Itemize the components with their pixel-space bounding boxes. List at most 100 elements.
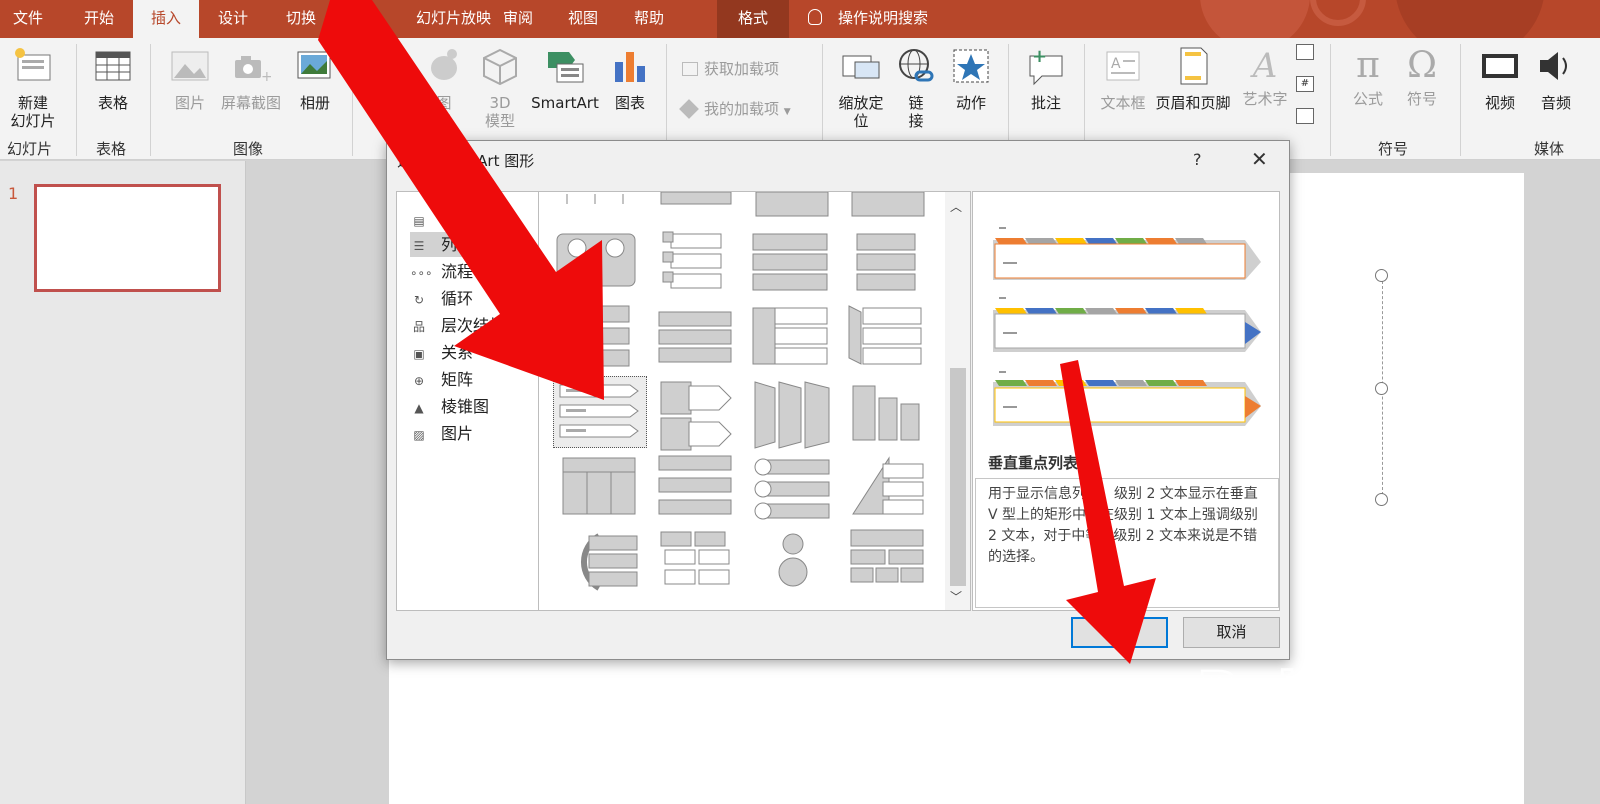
group-label-symbols: 符号 (1378, 140, 1409, 158)
3d-model-button[interactable]: 3D 模型 (478, 46, 522, 130)
tab-animations[interactable]: 动画 (336, 0, 374, 38)
preview-description: 用于显示信息列表。级别 2 文本显示在垂直 V 型上的矩形中。在级别 1 文本上… (975, 478, 1279, 608)
tab-slideshow[interactable]: 幻灯片放映 (412, 0, 495, 38)
layout-item[interactable] (568, 305, 630, 367)
symbol-label: 符号 (1406, 90, 1437, 108)
comment-icon: + (1029, 46, 1063, 86)
category-process[interactable]: ∘∘∘ 流程 (410, 259, 526, 284)
tell-me-search[interactable]: 操作说明搜索 (808, 0, 928, 38)
group-label-images: 图像 (233, 140, 264, 158)
shapes-icon (370, 48, 402, 80)
picture-label: 图片 (174, 94, 205, 112)
date-time-icon[interactable] (1296, 44, 1314, 60)
textbox-button[interactable]: A 文本框 (1096, 46, 1150, 112)
category-all[interactable]: ▤ 全部 (410, 207, 526, 232)
header-footer-button[interactable]: 页眉和页脚 (1150, 46, 1236, 112)
layout-preview: 垂直重点列表 用于显示信息列表。级别 2 文本显示在垂直 V 型上的矩形中。在级… (972, 191, 1280, 611)
slide-thumbnail[interactable] (34, 184, 221, 292)
icons-button[interactable]: 图 标 (424, 46, 464, 130)
layout-item[interactable] (848, 305, 922, 365)
layout-item[interactable] (752, 307, 828, 365)
link-label: 链 接 (908, 94, 924, 130)
wordart-button[interactable]: A 艺术字 (1238, 46, 1292, 108)
resize-handle-right[interactable] (1375, 382, 1388, 395)
my-addins-button[interactable]: 我的加载项 ▼ (679, 98, 791, 119)
get-addins-label: 获取加载项 (704, 60, 780, 78)
video-button[interactable]: 视频 (1478, 46, 1522, 112)
category-hierarchy[interactable]: 品 层次结构 (410, 313, 526, 338)
category-label: 矩阵 (441, 370, 474, 389)
scroll-down-icon[interactable]: ﹀ (950, 588, 962, 605)
gallery-scrollbar[interactable]: ︿ ﹀ (945, 192, 970, 610)
comment-label: 批注 (1030, 94, 1061, 112)
equation-button[interactable]: π 公式 (1346, 46, 1390, 109)
close-icon: ✕ (1251, 147, 1268, 171)
smartart-dialog: 选择 SmartArt 图形 ? ✕ ▤ 全部 ☰ 列表 ∘∘∘ 流程 ↻ 循环 品 层次… (386, 140, 1290, 660)
layout-item-vertical-chevron-list[interactable] (553, 376, 647, 448)
layout-item[interactable] (752, 233, 828, 291)
cancel-button[interactable]: 取消 (1183, 617, 1280, 648)
zoom-button[interactable]: 缩放定 位 (832, 46, 890, 130)
tab-review[interactable]: 审阅 (499, 0, 537, 38)
tab-design[interactable]: 设计 (214, 0, 252, 38)
store-icon (682, 62, 698, 76)
zoom-icon (842, 55, 880, 79)
group-separator (76, 44, 77, 156)
all-icon: ▤ (413, 214, 425, 228)
tab-view[interactable]: 视图 (564, 0, 602, 38)
category-list-item[interactable]: ☰ 列表 (410, 232, 526, 257)
category-picture[interactable]: ▨ 图片 (410, 421, 526, 446)
table-button[interactable]: 表格 (90, 46, 136, 112)
shapes-button[interactable]: 形状 (368, 46, 402, 112)
picture-icon (171, 51, 209, 81)
cube-icon (483, 48, 517, 86)
category-matrix[interactable]: ⊕ 矩阵 (410, 367, 526, 392)
smartart-button[interactable]: SmartArt (528, 46, 602, 112)
layout-item[interactable] (556, 233, 636, 287)
action-button[interactable]: 动作 (950, 46, 992, 112)
preview-diagram (993, 227, 1261, 426)
resize-handle-top-right[interactable] (1375, 269, 1388, 282)
link-icon (899, 49, 934, 82)
layout-item[interactable] (658, 311, 732, 363)
help-button[interactable]: ? (1193, 150, 1202, 169)
resize-handle-bottom-right[interactable] (1375, 493, 1388, 506)
scrollbar-thumb[interactable] (950, 368, 966, 586)
screenshot-button[interactable]: + 屏幕截图 (216, 46, 286, 112)
slide-number: 1 (8, 184, 19, 203)
category-pyramid[interactable]: ▲ 棱锥图 (410, 394, 526, 419)
textbox-icon: A (1106, 51, 1140, 81)
get-addins-button[interactable]: 获取加载项 (682, 58, 779, 79)
album-icon (297, 51, 331, 79)
new-slide-button[interactable]: 新建 幻灯片 (2, 46, 64, 130)
layout-row-partial (566, 192, 925, 217)
comment-button[interactable]: + 批注 (1024, 46, 1068, 112)
category-relationship[interactable]: ▣ 关系 (410, 340, 526, 365)
tab-file[interactable]: 文件 (9, 0, 47, 38)
tab-transitions[interactable]: 切换 (282, 0, 320, 38)
close-button[interactable]: ✕ (1251, 147, 1268, 171)
category-cycle[interactable]: ↻ 循环 (410, 286, 526, 311)
tab-home[interactable]: 开始 (80, 0, 118, 38)
shapes-label: 形状 (369, 94, 400, 112)
tab-format[interactable]: 格式 (717, 0, 789, 38)
layout-item[interactable] (662, 231, 722, 289)
album-button[interactable]: 相册 (292, 46, 338, 112)
picture-button[interactable]: 图片 (168, 46, 212, 112)
category-label: 棱锥图 (441, 397, 490, 416)
wordart-label: 艺术字 (1242, 90, 1288, 108)
tab-insert[interactable]: 插入 (133, 0, 199, 38)
preview-title: 垂直重点列表 (988, 454, 1079, 472)
action-label: 动作 (955, 94, 986, 112)
audio-button[interactable]: 音频 (1534, 46, 1578, 112)
ok-button[interactable]: 确定 (1071, 617, 1168, 648)
tab-help[interactable]: 帮助 (630, 0, 668, 38)
object-icon[interactable] (1296, 108, 1314, 124)
category-label: 列表 (441, 235, 474, 254)
slide-number-icon[interactable]: # (1296, 76, 1314, 92)
layout-item[interactable] (856, 233, 916, 291)
scroll-up-icon[interactable]: ︿ (950, 198, 962, 215)
link-button[interactable]: 链 接 (896, 46, 936, 130)
symbol-button[interactable]: Ω 符号 (1400, 46, 1444, 109)
chart-button[interactable]: 图表 (608, 46, 652, 112)
